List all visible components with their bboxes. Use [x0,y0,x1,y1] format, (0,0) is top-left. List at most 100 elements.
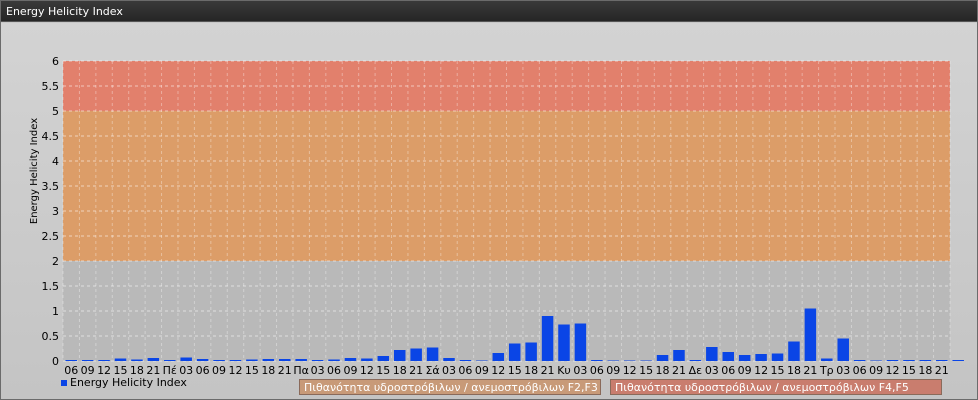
x-tick-label: 15 [376,364,390,377]
x-tick-label: 09 [212,364,226,377]
x-tick-label: 03 [836,364,850,377]
bar [393,350,406,361]
x-tick-label: 15 [508,364,522,377]
x-tick-label: 09 [343,364,357,377]
x-tick-label: 12 [623,364,637,377]
bar [591,360,603,361]
x-tick-label: 12 [491,364,505,377]
x-tick-label: 15 [902,364,916,377]
bar [476,360,488,361]
y-axis-label: Energy Helicity Index [29,118,40,224]
y-tick-label: 0 [52,355,59,368]
x-tick-label: 21 [672,364,686,377]
x-tick-label: 21 [278,364,292,377]
bar [426,347,439,361]
bar [574,323,587,361]
bar [738,355,751,361]
window-title: Energy Helicity Index [1,1,977,22]
x-tick-label: 18 [524,364,538,377]
bar [640,360,652,361]
bar [81,360,94,361]
bar [755,354,767,361]
x-tick-label: Τρ [819,364,834,377]
bar [311,360,324,361]
y-tick-label: 5 [52,105,59,118]
x-tick-label: 03 [311,364,325,377]
x-tick-label: Πα [293,364,309,377]
y-tick-label: 2 [52,255,59,268]
x-tick-label: 06 [327,364,341,377]
bar [328,359,340,361]
legend-swatch [61,379,67,386]
bar [788,341,800,361]
x-tick-label: 12 [228,364,242,377]
bar [886,360,899,361]
bar [459,360,472,361]
x-tick-label: 09 [738,364,752,377]
bar [180,357,192,361]
x-tick-label: 15 [245,364,259,377]
x-tick-label: 18 [656,364,670,377]
bar [623,360,636,361]
bar [558,324,570,361]
ehi-chart: 0 0.5 1 1.5 2 2.5 3 3.5 4 4.5 5 5.5 6 06 09 12 15 18 21 Πέ… [29,55,964,377]
legend-label: Energy Helicity Index [70,376,187,389]
bar [952,360,964,361]
chart-window: Energy Helicity Index 0 0.5 1 1.5 2 2.5 3 3.5 4 4… [0,0,978,400]
bar [689,360,702,361]
y-tick-label: 1.5 [42,280,60,293]
x-tick-label: 18 [261,364,275,377]
bar [410,348,422,361]
x-tick-label: 21 [935,364,949,377]
x-tick-label: 06 [721,364,735,377]
x-tick-label: 15 [639,364,653,377]
x-tick-label: Κυ [557,364,571,377]
x-tick-label: Σά [425,364,439,377]
x-tick-label: 18 [787,364,801,377]
bar [821,358,833,361]
bar [936,360,948,361]
x-tick-label: 15 [771,364,785,377]
bar [131,359,143,361]
bar [114,358,127,361]
x-tick-label: 03 [573,364,587,377]
y-tick-label: 4 [52,155,59,168]
x-tick-label: 12 [886,364,900,377]
y-tick-label: 5.5 [42,80,60,93]
x-tick-label: 03 [705,364,719,377]
bar [903,360,915,361]
legend: Energy Helicity Index [61,376,187,389]
x-tick-label: Δε [689,364,703,377]
y-tick-label: 3 [52,205,59,218]
bar [541,316,554,361]
y-tick-label: 4.5 [42,130,60,143]
y-tick-label: 1 [52,305,59,318]
bar [213,360,225,361]
x-tick-label: 06 [196,364,210,377]
bar [870,360,882,361]
bar [492,353,505,361]
x-axis-ticks: 06 09 12 15 18 21 Πέ 03 06 09 12 15 18 21 Πα 03 06 09 12 15… [64,364,949,377]
x-tick-label: 12 [754,364,768,377]
x-tick-label: 09 [475,364,489,377]
y-tick-label: 0.5 [42,330,60,343]
x-tick-label: 03 [442,364,456,377]
chart-area: 0 0.5 1 1.5 2 2.5 3 3.5 4 4.5 5 5.5 6 06 09 12 15 18 21 Πέ… [1,23,977,399]
bar [229,360,242,361]
bar [919,360,932,361]
bar [525,342,537,361]
bar [344,358,357,361]
zone-label-f2-f3: Πιθανότητα υδροστρόβιλων / ανεμοστρόβιλω… [299,379,601,395]
x-tick-label: 18 [918,364,932,377]
bar [262,359,275,361]
bar [722,352,734,361]
bar [656,355,669,361]
x-tick-label: 21 [541,364,555,377]
bar [147,358,160,361]
x-tick-label: 09 [869,364,883,377]
bar [837,338,849,361]
x-tick-label: 06 [590,364,604,377]
x-tick-label: 12 [360,364,374,377]
bar [607,360,620,361]
bar [771,353,784,361]
